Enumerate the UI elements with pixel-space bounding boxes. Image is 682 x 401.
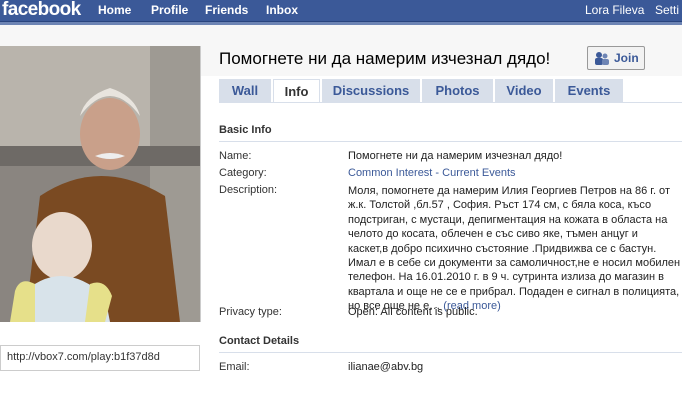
category-label: Category: — [219, 167, 267, 179]
basic-info-heading: Basic Info — [219, 124, 272, 136]
contact-details-divider — [219, 352, 682, 353]
facebook-logo[interactable]: facebook — [2, 0, 81, 21]
description-line: квартала и още не се е прибрал. Подаден … — [348, 285, 680, 298]
tab-wall[interactable]: Wall — [219, 79, 271, 103]
group-title: Помогнете ни да намерим изчезнал дядо! — [219, 49, 551, 68]
top-nav-bar: facebook Home Profile Friends Inbox Lora… — [0, 0, 682, 22]
nav-home-link[interactable]: Home — [98, 3, 131, 17]
tabs-divider — [219, 102, 682, 103]
external-video-link[interactable]: http://vbox7.com/play:b1f37d8d — [0, 345, 200, 371]
name-value: Помогнете ни да намерим изчезнал дядо! — [348, 150, 563, 162]
email-value[interactable]: ilianae@abv.bg — [348, 361, 423, 373]
contact-details-heading: Contact Details — [219, 335, 300, 347]
join-button[interactable]: Join — [587, 46, 645, 70]
tab-discussions[interactable]: Discussions — [322, 79, 420, 103]
privacy-label: Privacy type: — [219, 306, 282, 318]
description-line: Имал е в себе си документи за самоличнос… — [348, 257, 681, 270]
group-profile-photo[interactable] — [0, 46, 201, 322]
description-label: Description: — [219, 184, 278, 196]
nav-settings-link[interactable]: Setti — [655, 3, 679, 17]
tab-info[interactable]: Info — [273, 79, 320, 103]
description-text: Моля, помогнете да намерим Илия Георгиев… — [348, 184, 682, 314]
description-line: каскет,в добро психично състояние .Придв… — [348, 242, 657, 255]
description-line: телефон. На 16.01.2010 г. в 9 ч. сутринт… — [348, 271, 664, 284]
nav-inbox-link[interactable]: Inbox — [266, 3, 298, 17]
email-label: Email: — [219, 361, 250, 373]
name-label: Name: — [219, 150, 252, 162]
tab-photos[interactable]: Photos — [422, 79, 493, 103]
description-line: ж.к. Толстой ,бл.57 , София. Ръст 174 см… — [348, 199, 652, 212]
privacy-value: Open: All content is public. — [348, 306, 478, 318]
basic-info-divider — [219, 141, 682, 142]
nav-friends-link[interactable]: Friends — [205, 3, 248, 17]
description-line: Моля, помогнете да намерим Илия Георгиев… — [348, 185, 670, 197]
description-line: челото до косата, облечен е със сиво яке… — [348, 228, 638, 241]
nav-profile-link[interactable]: Profile — [151, 3, 188, 17]
tab-video[interactable]: Video — [495, 79, 553, 103]
description-line: подстриган, с мустаци, депигментация на … — [348, 213, 668, 226]
join-button-label: Join — [614, 51, 639, 65]
category-link[interactable]: Common Interest - Current Events — [348, 167, 516, 179]
nav-user-link[interactable]: Lora Fileva — [585, 3, 644, 17]
tab-events[interactable]: Events — [555, 79, 623, 103]
people-icon — [594, 51, 610, 65]
